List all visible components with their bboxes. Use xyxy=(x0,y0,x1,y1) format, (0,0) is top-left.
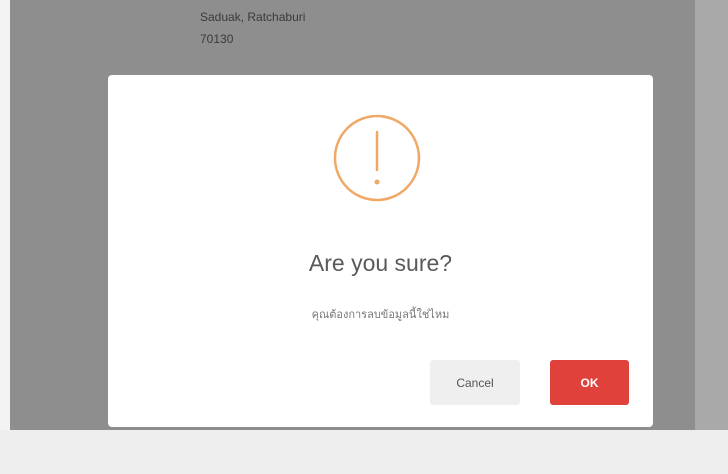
dialog-title: Are you sure? xyxy=(308,250,453,276)
warning-exclamation-icon xyxy=(333,114,421,202)
page: Saduak, Ratchaburi 70130 Are you sure? ค… xyxy=(0,0,728,474)
background-address: Saduak, Ratchaburi 70130 xyxy=(200,6,305,50)
cancel-button[interactable]: Cancel xyxy=(430,360,520,405)
dialog-message: คุณต้องการลบข้อมูลนี้ใช่ไหม xyxy=(311,309,450,321)
background-footer xyxy=(0,430,728,474)
background-side-panel xyxy=(695,0,728,430)
ok-button[interactable]: OK xyxy=(550,360,629,405)
address-line-1: Saduak, Ratchaburi xyxy=(200,10,306,24)
confirm-dialog: Are you sure? คุณต้องการลบข้อมูลนี้ใช่ไห… xyxy=(108,75,653,427)
address-line-2: 70130 xyxy=(200,32,234,46)
